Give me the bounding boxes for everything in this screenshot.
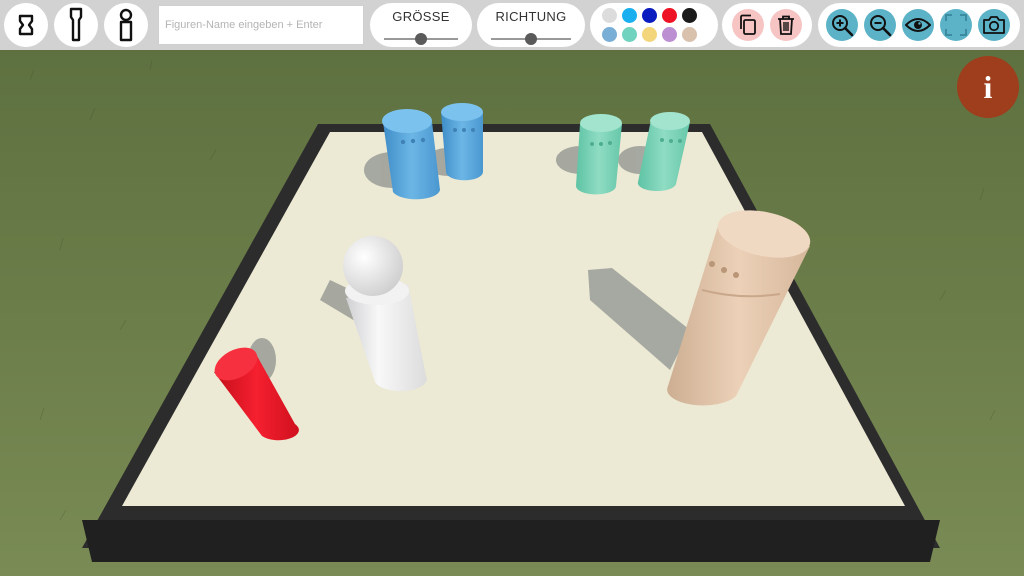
color-swatch[interactable] [642, 27, 657, 42]
color-swatch[interactable] [662, 8, 677, 23]
board-frame-front [82, 520, 940, 562]
color-swatch[interactable] [622, 8, 637, 23]
color-swatch[interactable] [602, 27, 617, 42]
size-slider-handle[interactable] [415, 33, 427, 45]
eye-icon [905, 18, 931, 32]
color-swatch[interactable] [622, 27, 637, 42]
tall-figure-icon [69, 7, 83, 42]
screenshot-button[interactable] [978, 9, 1010, 41]
color-swatch[interactable] [682, 27, 697, 42]
color-palette [590, 3, 718, 47]
direction-slider-label: RICHTUNG [495, 9, 567, 24]
camera-icon [983, 16, 1005, 34]
direction-slider[interactable]: RICHTUNG [477, 3, 585, 47]
figure-name-input[interactable] [158, 5, 364, 45]
toolbar: GRÖSSE RICHTUNG [0, 0, 1024, 50]
zoom-in-icon [832, 15, 854, 37]
size-slider-label: GRÖSSE [392, 9, 450, 24]
white-figure-head [343, 236, 403, 296]
delete-button[interactable] [770, 9, 802, 41]
direction-slider-handle[interactable] [525, 33, 537, 45]
copy-icon [740, 14, 756, 35]
size-slider[interactable]: GRÖSSE [370, 3, 472, 47]
trash-icon [778, 15, 794, 35]
view-buttons-group [818, 3, 1020, 47]
pawn-figure-icon [119, 8, 133, 42]
add-pawn-figure-button[interactable] [104, 3, 148, 47]
info-button[interactable]: i [957, 56, 1019, 118]
edit-buttons-group [722, 3, 812, 47]
blue-figure-2 [441, 103, 483, 181]
color-swatch[interactable] [662, 27, 677, 42]
add-small-figure-button[interactable] [4, 3, 48, 47]
zoom-out-icon [870, 15, 892, 37]
info-icon: i [983, 68, 993, 105]
add-tall-figure-button[interactable] [54, 3, 98, 47]
zoom-in-button[interactable] [826, 9, 858, 41]
small-figure-icon [18, 14, 34, 36]
fullscreen-button[interactable] [940, 9, 972, 41]
board-scene[interactable] [0, 0, 1024, 576]
view-button[interactable] [902, 9, 934, 41]
zoom-out-button[interactable] [864, 9, 896, 41]
color-swatch[interactable] [682, 8, 697, 23]
color-swatch[interactable] [642, 8, 657, 23]
copy-button[interactable] [732, 9, 764, 41]
teal-figure-1 [576, 114, 622, 195]
fullscreen-icon [945, 14, 967, 36]
color-swatch[interactable] [602, 8, 617, 23]
